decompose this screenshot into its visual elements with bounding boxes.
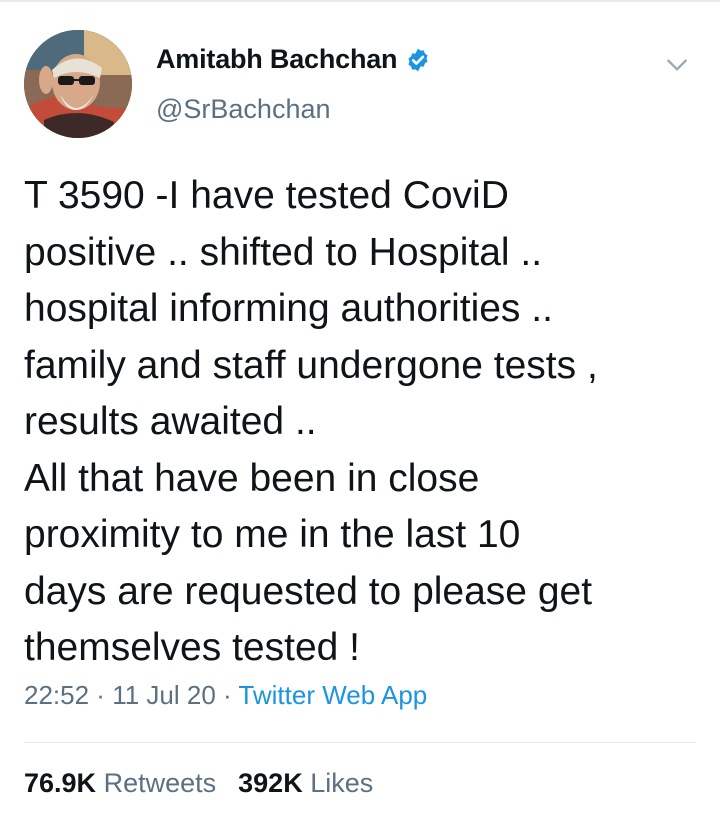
user-handle[interactable]: @SrBachchan: [156, 94, 331, 125]
tweet-source-link[interactable]: Twitter Web App: [238, 680, 427, 710]
stats-divider: [24, 742, 696, 743]
tweet-header: Amitabh Bachchan @SrBachchan: [24, 30, 696, 140]
retweets-stat[interactable]: 76.9K Retweets: [24, 768, 216, 798]
retweets-label: Retweets: [103, 768, 217, 798]
avatar[interactable]: [24, 30, 132, 138]
meta-separator: ·: [89, 680, 113, 710]
avatar-image: [24, 30, 132, 138]
likes-label: Likes: [310, 768, 374, 798]
likes-count: 392K: [238, 768, 303, 798]
meta-separator: ·: [215, 680, 239, 710]
top-divider: [0, 0, 720, 2]
tweet-stats: 76.9K Retweets 392K Likes: [24, 768, 373, 799]
retweets-count: 76.9K: [24, 768, 97, 798]
name-row: Amitabh Bachchan: [156, 44, 431, 75]
tweet-date[interactable]: 11 Jul 20: [112, 680, 216, 710]
tweet-text: T 3590 -I have tested CoviD positive .. …: [24, 174, 598, 669]
tweet-time[interactable]: 22:52: [24, 680, 89, 710]
likes-stat[interactable]: 392K Likes: [238, 768, 373, 798]
chevron-down-icon[interactable]: [664, 52, 690, 78]
verified-badge-icon: [408, 48, 428, 71]
tweet-meta: 22:52 · 11 Jul 20 · Twitter Web App: [24, 680, 427, 711]
display-name[interactable]: Amitabh Bachchan: [156, 44, 398, 75]
